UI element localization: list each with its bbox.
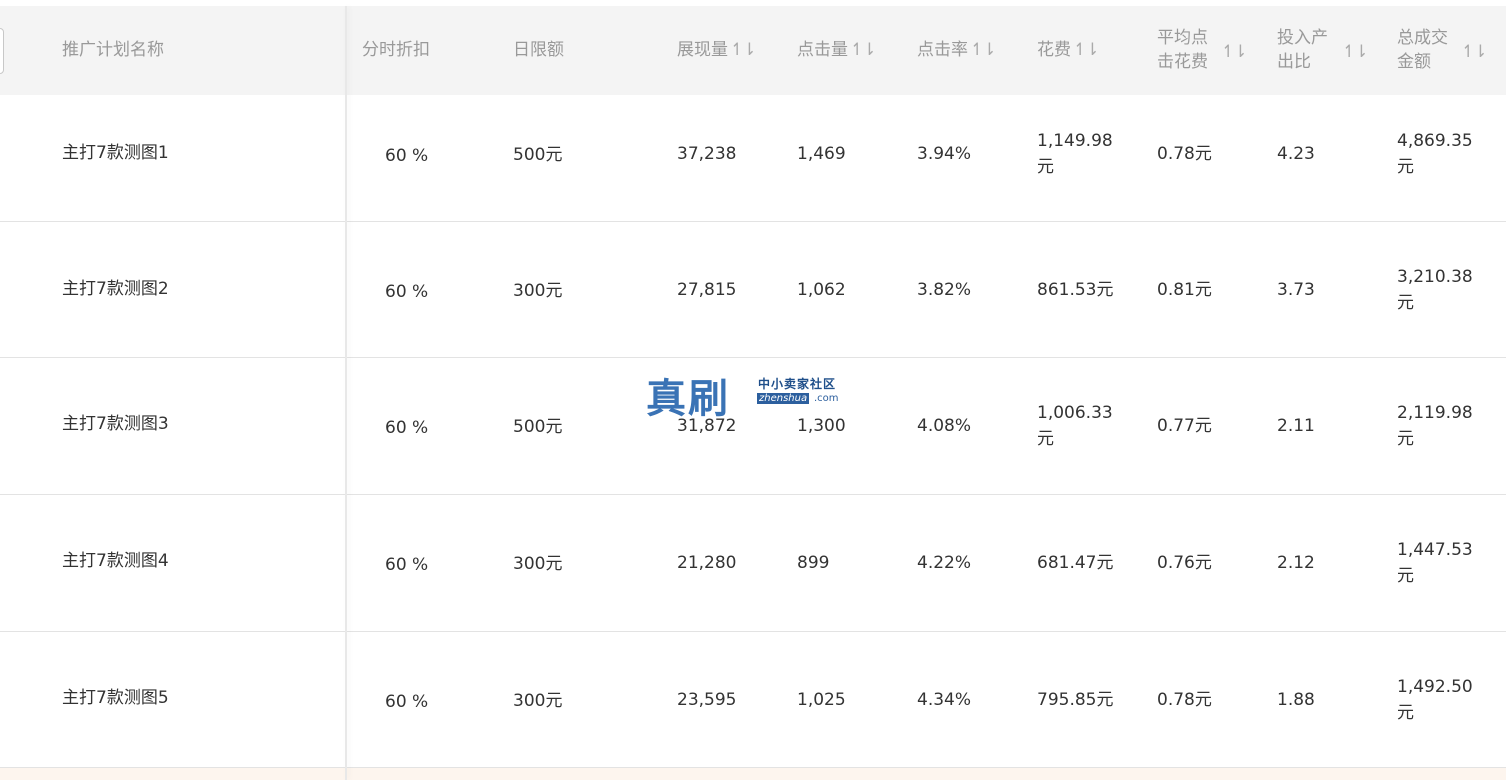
cell-gmv: 4,869.35元 <box>1397 131 1473 177</box>
cell-avg-cpc: 0.77元 <box>1157 416 1212 436</box>
cell-daily-limit: 300元 <box>513 691 563 711</box>
col-header-daily-limit: 日限额 <box>513 40 564 60</box>
select-all-checkbox[interactable] <box>0 28 4 74</box>
cell-gmv: 1,492.50元 <box>1397 677 1473 723</box>
col-header-avg-cpc[interactable]: 平均点 击花费 <box>1157 26 1208 74</box>
cell-cost: 795.85元 <box>1037 690 1114 710</box>
cell-gmv: 3,210.38元 <box>1397 267 1473 313</box>
sort-icon[interactable]: ↿⇂ <box>730 38 756 62</box>
col-header-ctr[interactable]: 点击率 ↿⇂ <box>917 38 996 62</box>
watermark-logo: 真刷 中小卖家社区 zhenshua .com <box>646 366 866 422</box>
cell-impressions: 27,815 <box>677 280 737 300</box>
cell-gmv: 1,447.53元 <box>1397 540 1473 586</box>
cell-clicks: 1,469 <box>797 144 846 164</box>
cell-discount: 60 % <box>385 692 429 712</box>
cell-cost: 1,006.33元 <box>1037 403 1113 449</box>
table-row[interactable]: 主打7款测图4 60 % 300元 21,280 899 4.22% 681.4… <box>0 495 1506 632</box>
col-header-roi[interactable]: 投入产 出比 <box>1277 26 1328 74</box>
cell-discount: 60 % <box>385 418 429 438</box>
col-header-name: 推广计划名称 <box>62 40 164 60</box>
next-row-highlight <box>0 768 1506 780</box>
watermark-domain: zhenshua <box>757 393 810 404</box>
cell-discount: 60 % <box>385 555 429 575</box>
watermark-title: 真刷 <box>646 375 730 422</box>
cell-discount: 60 % <box>385 146 429 166</box>
table-row[interactable]: 主打7款测图1 60 % 500元 37,238 1,469 3.94% 1,1… <box>0 95 1506 222</box>
sort-icon[interactable]: ↿⇂ <box>1221 42 1247 62</box>
cell-clicks: 1,025 <box>797 690 846 710</box>
cell-daily-limit: 500元 <box>513 145 563 165</box>
watermark-subtitle: 中小卖家社区 <box>758 377 837 391</box>
cell-ctr: 3.82% <box>917 280 972 300</box>
frozen-column-divider <box>345 6 347 780</box>
cell-clicks: 1,062 <box>797 280 846 300</box>
cell-impressions: 21,280 <box>677 553 737 573</box>
cell-name[interactable]: 主打7款测图3 <box>62 411 169 437</box>
sort-icon[interactable]: ↿⇂ <box>1342 42 1368 62</box>
cell-daily-limit: 300元 <box>513 281 563 301</box>
table-header: 推广计划名称 分时折扣 日限额 展现量 ↿⇂ 点击量 ↿⇂ 点击率 ↿⇂ 花费 ↿⇂ 平… <box>0 6 1506 95</box>
sort-icon[interactable]: ↿⇂ <box>850 38 876 62</box>
cell-ctr: 4.22% <box>917 553 972 573</box>
cell-avg-cpc: 0.78元 <box>1157 144 1212 164</box>
cell-roi: 1.88 <box>1277 690 1315 710</box>
cell-avg-cpc: 0.76元 <box>1157 553 1212 573</box>
cell-daily-limit: 300元 <box>513 554 563 574</box>
col-header-impressions[interactable]: 展现量 ↿⇂ <box>677 38 756 62</box>
cell-daily-limit: 500元 <box>513 417 563 437</box>
table-row[interactable]: 主打7款测图5 60 % 300元 23,595 1,025 4.34% 795… <box>0 632 1506 768</box>
cell-clicks: 1,300 <box>797 416 846 436</box>
cell-avg-cpc: 0.78元 <box>1157 690 1212 710</box>
table-row[interactable]: 主打7款测图2 60 % 300元 27,815 1,062 3.82% 861… <box>0 222 1506 358</box>
cell-cost: 681.47元 <box>1037 553 1114 573</box>
cell-discount: 60 % <box>385 282 429 302</box>
cell-ctr: 4.34% <box>917 690 972 710</box>
sort-icon[interactable]: ↿⇂ <box>1073 38 1099 62</box>
cell-name[interactable]: 主打7款测图4 <box>62 548 169 574</box>
sort-icon[interactable]: ↿⇂ <box>1461 42 1487 62</box>
cell-roi: 4.23 <box>1277 144 1315 164</box>
campaign-report-page: 推广计划名称 分时折扣 日限额 展现量 ↿⇂ 点击量 ↿⇂ 点击率 ↿⇂ 花费 ↿⇂ 平… <box>0 0 1506 780</box>
col-header-cost[interactable]: 花费 ↿⇂ <box>1037 38 1099 62</box>
cell-name[interactable]: 主打7款测图2 <box>62 276 169 302</box>
cell-name[interactable]: 主打7款测图5 <box>62 685 169 711</box>
col-header-clicks[interactable]: 点击量 ↿⇂ <box>797 38 876 62</box>
sort-icon[interactable]: ↿⇂ <box>970 38 996 62</box>
cell-cost: 861.53元 <box>1037 280 1114 300</box>
cell-ctr: 4.08% <box>917 416 972 436</box>
cell-roi: 2.11 <box>1277 416 1315 436</box>
cell-roi: 3.73 <box>1277 280 1315 300</box>
col-header-gmv[interactable]: 总成交 金额 <box>1397 26 1448 74</box>
col-header-discount: 分时折扣 <box>362 40 430 60</box>
cell-impressions: 37,238 <box>677 144 737 164</box>
cell-impressions: 23,595 <box>677 690 737 710</box>
cell-gmv: 2,119.98元 <box>1397 403 1473 449</box>
cell-roi: 2.12 <box>1277 553 1315 573</box>
watermark-tld: .com <box>814 393 839 404</box>
cell-name[interactable]: 主打7款测图1 <box>62 140 169 166</box>
cell-cost: 1,149.98元 <box>1037 131 1113 177</box>
cell-clicks: 899 <box>797 553 830 573</box>
cell-avg-cpc: 0.81元 <box>1157 280 1212 300</box>
cell-ctr: 3.94% <box>917 144 972 164</box>
